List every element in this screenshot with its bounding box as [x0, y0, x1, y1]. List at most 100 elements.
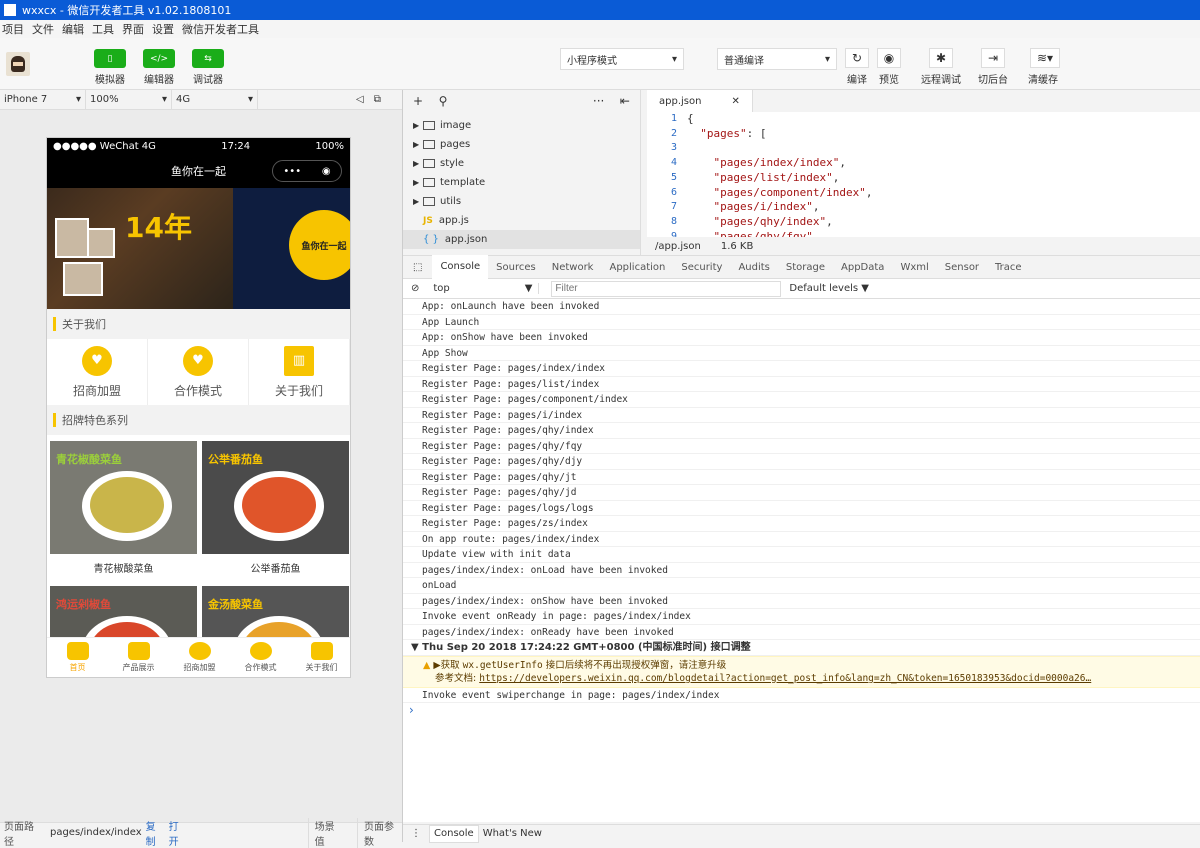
console-filter-input[interactable]: [551, 280, 782, 297]
more-icon[interactable]: •••: [283, 166, 301, 177]
debugger-button[interactable]: ⇆: [192, 49, 224, 68]
tab-application[interactable]: Application: [601, 255, 673, 279]
background-button[interactable]: ⇥: [981, 48, 1005, 68]
grid-item-cooperation[interactable]: ♥ 合作模式: [148, 339, 249, 405]
tab-trace[interactable]: Trace: [987, 255, 1030, 279]
remote-debug-button[interactable]: ✱: [929, 48, 953, 68]
volume-icon[interactable]: ◁: [356, 94, 364, 105]
tab-audits[interactable]: Audits: [730, 255, 777, 279]
preview-button[interactable]: ◉: [877, 48, 901, 68]
compile-mode-select[interactable]: 普通编译 ▾: [717, 48, 837, 70]
line-number: 7: [670, 201, 677, 213]
console-group-header[interactable]: ▼ Thu Sep 20 2018 17:24:22 GMT+0800 (中国标…: [403, 640, 1200, 656]
dropdown-icon: ▼: [524, 283, 533, 294]
tab-network[interactable]: Network: [544, 255, 602, 279]
doc-link[interactable]: https://developers.weixin.qq.com/blogdet…: [479, 673, 1091, 684]
close-circle-icon[interactable]: ◉: [322, 166, 331, 177]
drawer-tab-whats-new[interactable]: What's New: [479, 825, 546, 843]
tab-wxml[interactable]: Wxml: [892, 255, 936, 279]
grid-item-join[interactable]: ♥ 招商加盟: [47, 339, 148, 405]
line-number: 4: [670, 157, 677, 169]
tab-about[interactable]: 关于我们: [291, 638, 350, 677]
simulator-statusbar: 页面路径 pages/index/index 复制 打开 场景值 页面参数: [0, 817, 402, 848]
tab-appdata[interactable]: AppData: [833, 255, 892, 279]
tab-cooperation[interactable]: 合作模式: [230, 638, 291, 677]
scene-value-button[interactable]: 场景值: [307, 817, 343, 848]
file-item-pages[interactable]: ▶ pages: [403, 135, 640, 154]
menu-view[interactable]: 界面: [120, 21, 150, 37]
more-icon[interactable]: ···: [593, 94, 604, 108]
add-icon[interactable]: +: [413, 94, 423, 108]
tab-console[interactable]: Console: [432, 255, 489, 279]
clear-cache-button[interactable]: ≋▾: [1030, 48, 1060, 68]
doc-label: 参考文档:: [435, 672, 480, 684]
log-levels-select[interactable]: Default levels ▼: [789, 283, 869, 294]
banner-swiper[interactable]: 14年 鱼你在一起: [47, 188, 350, 309]
zoom-value: 100%: [90, 94, 119, 105]
drawer-tab-console[interactable]: Console: [429, 824, 479, 843]
console-line: Invoke event onReady in page: pages/inde…: [403, 609, 1200, 625]
folder-icon: [423, 159, 435, 168]
editor-button[interactable]: </>: [143, 49, 175, 68]
product-card[interactable]: 公举番茄鱼 公举番茄鱼: [202, 441, 349, 580]
tab-join[interactable]: 招商加盟: [169, 638, 230, 677]
chevron-right-icon: ▶: [413, 121, 420, 130]
code-area[interactable]: 1 2 3 4 5 6 7 8 9 { "pages": [ "pages/in…: [647, 112, 1200, 244]
context-select[interactable]: top ▼: [427, 283, 540, 294]
close-icon[interactable]: ✕: [731, 96, 739, 107]
nav-title: 鱼你在一起: [171, 165, 226, 178]
product-card[interactable]: 青花椒酸菜鱼 青花椒酸菜鱼: [50, 441, 197, 580]
file-item-style[interactable]: ▶ style: [403, 154, 640, 173]
copy-link[interactable]: 复制: [142, 818, 165, 848]
menu-settings[interactable]: 设置: [150, 21, 180, 37]
code-icon: </>: [149, 53, 169, 64]
simulator-button[interactable]: ▯: [94, 49, 126, 68]
phone-screen: ●●●●● WeChat 4G 17:24 100% 鱼你在一起 ••• ◉ 1…: [46, 137, 351, 678]
detach-icon[interactable]: ⧉: [374, 94, 381, 105]
file-item-utils[interactable]: ▶ utils: [403, 192, 640, 211]
user-avatar[interactable]: [6, 52, 30, 76]
clear-console-icon[interactable]: ⊘: [403, 283, 427, 294]
inspect-icon[interactable]: ⬚: [403, 262, 432, 273]
network-value: 4G: [176, 94, 191, 105]
clear-cache-label: 清缓存: [1028, 75, 1058, 86]
product-tag: 公举番茄鱼: [208, 453, 263, 466]
compile-button[interactable]: ↻: [845, 48, 869, 68]
capsule-menu[interactable]: ••• ◉: [272, 160, 342, 182]
chevron-right-icon: ▶: [413, 159, 420, 168]
console-prompt[interactable]: ›: [403, 703, 1200, 717]
collapse-icon[interactable]: ⇤: [620, 94, 630, 108]
editor-tab-app-json[interactable]: app.json ✕: [647, 90, 753, 112]
tab-storage[interactable]: Storage: [778, 255, 833, 279]
file-item-image[interactable]: ▶ image: [403, 116, 640, 135]
menu-file[interactable]: 文件: [30, 21, 60, 37]
device-select[interactable]: iPhone 7 ▾: [0, 89, 86, 110]
menu-devtools[interactable]: 微信开发者工具: [180, 21, 265, 37]
tab-home[interactable]: 首页: [47, 638, 108, 677]
search-icon[interactable]: ⚲: [439, 94, 448, 108]
menu-edit[interactable]: 编辑: [60, 21, 90, 37]
file-tree-toolbar: + ⚲ ··· ⇤: [403, 90, 640, 112]
mode-select[interactable]: 小程序模式 ▾: [560, 48, 684, 70]
tab-sources[interactable]: Sources: [488, 255, 544, 279]
file-item-app-json[interactable]: { } app.json: [403, 230, 640, 249]
grid-item-about[interactable]: ▥ 关于我们: [249, 339, 350, 405]
tab-sensor[interactable]: Sensor: [937, 255, 987, 279]
tab-security[interactable]: Security: [673, 255, 730, 279]
network-select[interactable]: 4G ▾: [172, 89, 258, 110]
file-item-app-js[interactable]: JS app.js: [403, 211, 640, 230]
menu-dots-icon[interactable]: ⋮: [403, 828, 429, 839]
page-params-button[interactable]: 页面参数: [357, 817, 402, 848]
switch-icon: ⇥: [987, 51, 999, 65]
menu-tools[interactable]: 工具: [90, 21, 120, 37]
tab-products[interactable]: 产品展示: [108, 638, 169, 677]
title-bar: wxxcx - 微信开发者工具 v1.02.1808101: [0, 0, 1200, 20]
zoom-select[interactable]: 100% ▾: [86, 89, 172, 110]
file-item-template[interactable]: ▶ template: [403, 173, 640, 192]
open-link[interactable]: 打开: [165, 818, 188, 848]
folder-icon: [423, 178, 435, 187]
product-name: 青花椒酸菜鱼: [93, 563, 154, 575]
file-size: 1.6 KB: [720, 240, 754, 252]
menu-project[interactable]: 项目: [0, 21, 30, 37]
console-output: App: onLaunch have been invoked App Launc…: [403, 299, 1200, 822]
